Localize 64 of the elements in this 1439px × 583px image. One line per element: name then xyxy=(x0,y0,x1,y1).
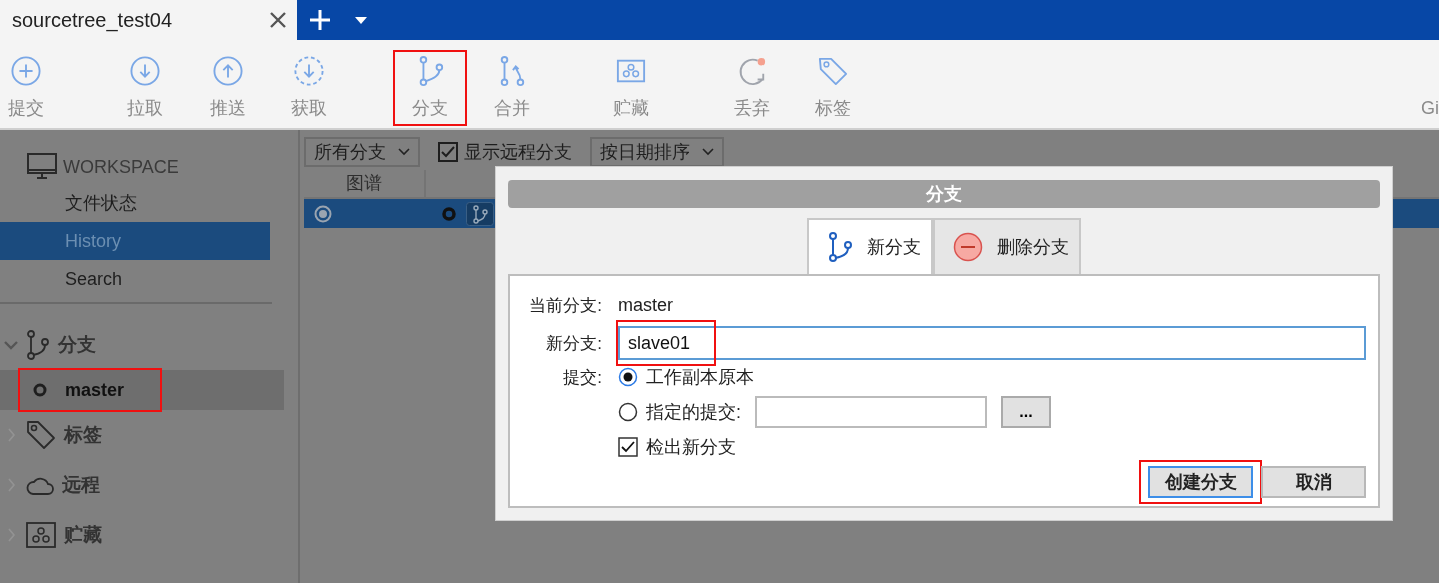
dialog-title: 分支 xyxy=(508,180,1380,208)
toolbar-button[interactable]: 合并 xyxy=(486,40,538,120)
upload-icon xyxy=(212,56,244,86)
input-field[interactable] xyxy=(755,396,987,428)
browse-button[interactable]: ... xyxy=(1001,396,1051,428)
section-title[interactable]: 远程 xyxy=(62,472,100,498)
sidebar-item[interactable]: History xyxy=(0,222,270,260)
sidebar-item[interactable]: Search xyxy=(0,260,270,298)
branch-icon xyxy=(26,330,50,360)
toolbar-button[interactable]: 推送 xyxy=(202,40,254,120)
stash-icon xyxy=(26,522,56,548)
branch-filter-dropdown[interactable]: 所有分支 xyxy=(304,136,420,167)
radio-button[interactable] xyxy=(618,402,638,422)
plus-icon xyxy=(10,56,42,86)
radio-label: 指定的提交: xyxy=(646,401,741,424)
dialog-tab[interactable]: 新分支 xyxy=(807,218,933,274)
circle-icon xyxy=(33,383,47,397)
minus-icon xyxy=(953,232,983,262)
toolbar-button[interactable]: 拉取 xyxy=(119,40,171,120)
checkbox-label: 检出新分支 xyxy=(646,436,736,459)
input-field[interactable]: slave01 xyxy=(618,326,1366,360)
toolbar-button[interactable]: 标签 xyxy=(807,40,859,120)
dialog-tab[interactable]: 删除分支 xyxy=(933,218,1081,274)
section-title: WORKSPACE xyxy=(63,156,179,178)
dialog-button[interactable]: 创建分支 xyxy=(1148,466,1253,498)
checkbox-label: 显示远程分支 xyxy=(464,140,572,164)
toolbar-button[interactable]: 获取 xyxy=(283,40,335,120)
monitor-icon xyxy=(27,153,57,181)
current-branch-value: master xyxy=(618,294,673,316)
toolbar-button[interactable]: 提交 xyxy=(0,40,52,120)
caret-icon[interactable] xyxy=(355,16,367,24)
chevron-icon xyxy=(702,147,714,156)
toolbar-label: Gi xyxy=(1421,98,1439,119)
section-title[interactable]: 贮藏 xyxy=(64,522,102,548)
close-icon[interactable] xyxy=(269,11,287,29)
tag-icon xyxy=(26,420,56,450)
toolbar-button[interactable]: 分支 xyxy=(404,40,456,120)
checkbox[interactable] xyxy=(438,141,458,162)
radio-label: 工作副本原本 xyxy=(646,366,754,389)
chevron-icon xyxy=(398,147,410,156)
toolbar-button[interactable]: 贮藏 xyxy=(605,40,657,120)
sidebar-item[interactable]: 文件状态 xyxy=(0,184,270,222)
tab-title: sourcetree_test04 xyxy=(12,8,173,32)
branch-icon xyxy=(827,232,853,262)
field-label: 提交: xyxy=(562,367,602,389)
field-label: 当前分支: xyxy=(528,294,602,317)
commit-dot-icon xyxy=(442,206,456,221)
repo-tab[interactable]: sourcetree_test04 xyxy=(0,0,297,40)
radio-button[interactable] xyxy=(618,367,638,387)
branch-item[interactable]: master xyxy=(0,370,284,410)
section-title[interactable]: 标签 xyxy=(64,422,102,448)
branch-tag-icon xyxy=(466,201,494,226)
download-icon xyxy=(129,56,161,86)
dialog-button[interactable]: 取消 xyxy=(1261,466,1366,498)
toolbar-button[interactable]: 丢弃 xyxy=(726,40,778,120)
checkbox[interactable] xyxy=(618,437,638,457)
plus-icon[interactable] xyxy=(309,9,331,31)
column-header[interactable]: 图谱 xyxy=(304,170,426,197)
branch-name: master xyxy=(65,379,125,401)
field-label: 新分支: xyxy=(545,332,602,355)
radio-icon xyxy=(314,204,332,223)
download-icon xyxy=(293,56,325,86)
section-title[interactable]: 分支 xyxy=(58,332,96,358)
tag-icon xyxy=(817,56,849,86)
